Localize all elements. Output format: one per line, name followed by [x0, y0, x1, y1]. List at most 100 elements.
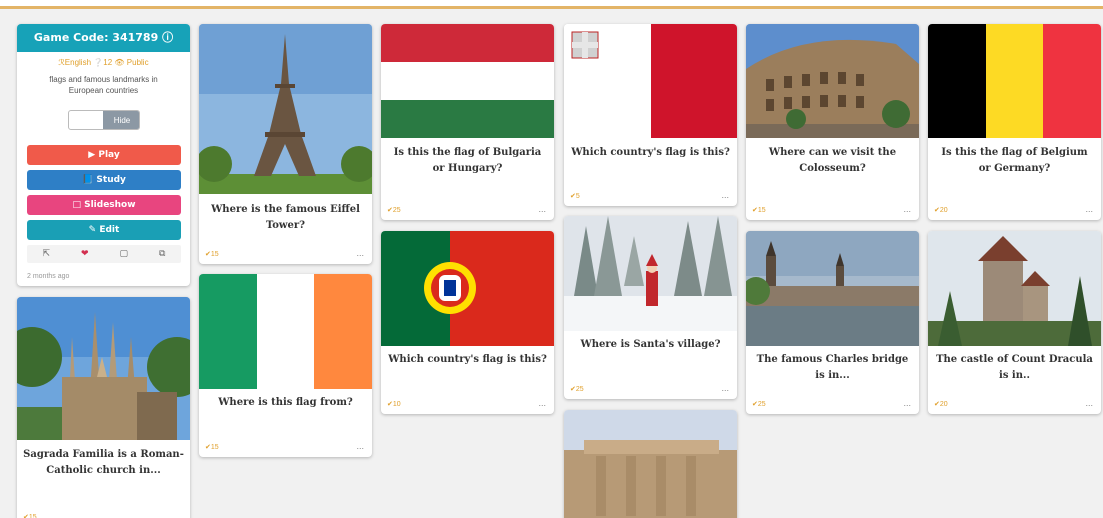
points-value: 20 [939, 207, 948, 214]
question-text: Where is the famous Eiffel Tower? [211, 204, 360, 231]
question-text: Where is Santa's village? [580, 339, 721, 350]
play-label: Play [98, 150, 120, 160]
question-text: Sagrada Familia is a Roman-Catholic chur… [23, 449, 184, 476]
question-text: Which country's flag is this? [388, 354, 547, 365]
more-options-icon[interactable]: ... [174, 511, 182, 518]
edit-button[interactable]: ✎ Edit [27, 220, 181, 240]
question-card-hungary[interactable]: Is this the flag of Bulgaria or Hungary?… [381, 24, 554, 220]
study-button[interactable]: 📘 Study [27, 170, 181, 190]
points-value: 15 [210, 444, 219, 451]
erechtheion-image [564, 410, 737, 518]
pencil-icon: ✎ [88, 225, 97, 235]
question-text: The famous Charles bridge is in... [756, 354, 909, 381]
points-badge: ✔15 [205, 250, 219, 258]
book-icon: 📘 [82, 175, 94, 185]
question-card-acropolis[interactable] [564, 410, 737, 518]
heart-icon[interactable]: ❤ [81, 249, 89, 259]
language-label: English [64, 58, 92, 67]
belgium-flag-image [928, 24, 1101, 138]
edit-label: Edit [99, 225, 120, 235]
hungary-flag-image [381, 24, 554, 138]
points-value: 15 [757, 207, 766, 214]
copy-icon[interactable]: ⧉ [159, 249, 165, 259]
portugal-flag-image [381, 231, 554, 346]
hide-toggle-label: Hide [103, 111, 139, 129]
question-card-dracula[interactable]: The castle of Count Dracula is in.. ✔20 … [928, 231, 1101, 414]
points-value: 5 [575, 193, 580, 200]
points-value: 10 [392, 401, 401, 408]
question-card-portugal[interactable]: Which country's flag is this? ✔10 ... [381, 231, 554, 414]
eiffel-tower-image [199, 24, 372, 194]
more-options-icon[interactable]: ... [538, 398, 546, 408]
points-badge: ✔20 [934, 206, 948, 214]
question-card-ireland[interactable]: Where is this flag from? ✔15 ... [199, 274, 372, 457]
points-value: 15 [28, 514, 37, 518]
game-info-card: Game Code: 341789 ⓘ ℛEnglish ❔12 👁 Publi… [17, 24, 190, 286]
question-text: The castle of Count Dracula is in.. [936, 354, 1093, 381]
ireland-flag-image [199, 274, 372, 389]
question-text: Which country's flag is this? [571, 147, 730, 158]
game-meta: ℛEnglish ❔12 👁 Public [17, 58, 190, 67]
game-code-header: Game Code: 341789 ⓘ [17, 24, 190, 52]
more-options-icon[interactable]: ... [903, 398, 911, 408]
slideshow-button[interactable]: □ Slideshow [27, 195, 181, 215]
question-card-sagrada[interactable]: Sagrada Familia is a Roman-Catholic chur… [17, 297, 190, 518]
points-value: 20 [939, 401, 948, 408]
points-badge: ✔25 [752, 400, 766, 408]
study-label: Study [96, 175, 126, 185]
points-badge: ✔15 [752, 206, 766, 214]
charles-bridge-image [746, 231, 919, 346]
points-badge: ✔5 [570, 192, 580, 200]
game-description: flags and famous landmarks in European c… [49, 75, 158, 95]
malta-flag-image [564, 24, 737, 138]
points-badge: ✔10 [387, 400, 401, 408]
question-card-malta[interactable]: Which country's flag is this? ✔5 ... [564, 24, 737, 206]
sagrada-familia-image [17, 297, 190, 440]
top-bar [0, 0, 1103, 9]
play-icon: ▶ [88, 150, 96, 160]
more-options-icon[interactable]: ... [903, 204, 911, 214]
question-count: 12 [103, 58, 113, 67]
play-button[interactable]: ▶ Play [27, 145, 181, 165]
monitor-icon: □ [72, 200, 81, 210]
question-text: Is this the flag of Belgium or Germany? [941, 147, 1088, 174]
action-icons-bar: ⇱ ❤ ▢ ⧉ [27, 245, 181, 263]
santa-village-image [564, 216, 737, 331]
question-text: Where can we visit the Colosseum? [768, 147, 897, 174]
colosseum-image [746, 24, 919, 138]
eye-icon: 👁 [114, 58, 125, 67]
question-icon: ❔ [93, 58, 104, 67]
question-card-colosseum[interactable]: Where can we visit the Colosseum? ✔15 ..… [746, 24, 919, 220]
points-badge: ✔15 [205, 443, 219, 451]
points-badge: ✔20 [934, 400, 948, 408]
question-card-charles[interactable]: The famous Charles bridge is in... ✔25 .… [746, 231, 919, 414]
points-value: 25 [392, 207, 401, 214]
question-card-eiffel[interactable]: Where is the famous Eiffel Tower? ✔15 ..… [199, 24, 372, 264]
points-badge: ✔15 [23, 513, 37, 518]
share-icon[interactable]: ⇱ [42, 249, 50, 259]
question-text: Where is this flag from? [218, 397, 353, 408]
points-badge: ✔25 [570, 385, 584, 393]
more-options-icon[interactable]: ... [356, 248, 364, 258]
updated-time: 2 months ago [27, 273, 70, 280]
slideshow-label: Slideshow [84, 200, 136, 210]
hide-toggle[interactable]: Hide [68, 110, 140, 130]
points-value: 15 [210, 251, 219, 258]
points-value: 25 [575, 386, 584, 393]
points-badge: ✔25 [387, 206, 401, 214]
question-text: Is this the flag of Bulgaria or Hungary? [393, 147, 542, 174]
more-options-icon[interactable]: ... [721, 190, 729, 200]
bran-castle-image [928, 231, 1101, 346]
question-card-belgium[interactable]: Is this the flag of Belgium or Germany? … [928, 24, 1101, 220]
info-icon[interactable]: ⓘ [162, 31, 173, 44]
more-options-icon[interactable]: ... [356, 441, 364, 451]
folder-icon[interactable]: ▢ [120, 249, 129, 259]
more-options-icon[interactable]: ... [538, 204, 546, 214]
game-code: Game Code: 341789 [33, 31, 159, 44]
visibility-label: Public [126, 58, 149, 67]
more-options-icon[interactable]: ... [721, 383, 729, 393]
more-options-icon[interactable]: ... [1085, 204, 1093, 214]
points-value: 25 [757, 401, 766, 408]
more-options-icon[interactable]: ... [1085, 398, 1093, 408]
question-card-santa[interactable]: Where is Santa's village? ✔25 ... [564, 216, 737, 399]
